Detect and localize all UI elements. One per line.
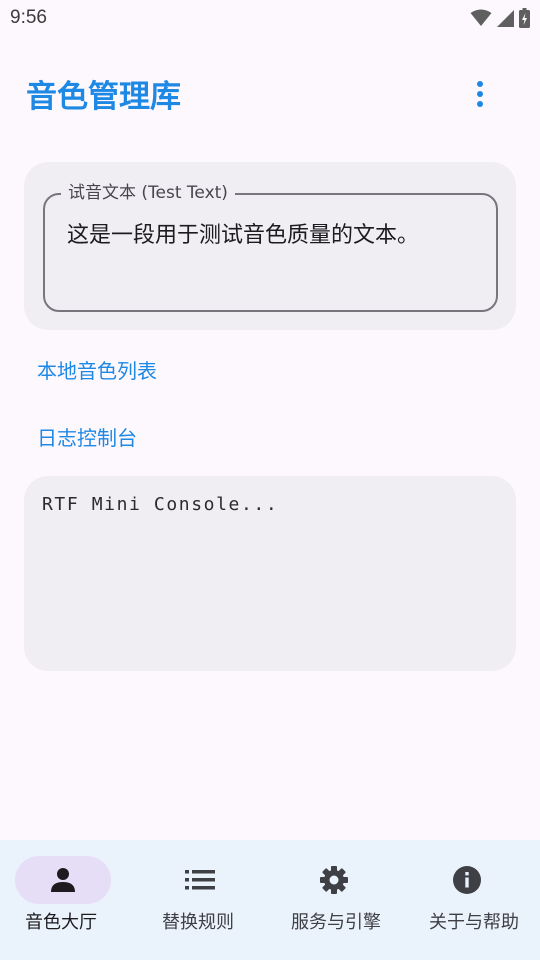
gear-icon: [318, 864, 350, 896]
test-text-card: 试音文本 (Test Text) 这是一段用于测试音色质量的文本。: [24, 162, 516, 330]
nav-label: 服务与引擎: [291, 912, 381, 933]
nav-item-replace-rules[interactable]: 替换规则: [135, 840, 270, 960]
more-options-button[interactable]: [460, 76, 500, 116]
nav-label: 替换规则: [162, 912, 234, 933]
person-icon: [47, 864, 79, 896]
info-icon: [451, 864, 483, 896]
log-console-section-title[interactable]: 日志控制台: [37, 424, 137, 452]
app-screen: 9:56 音色管理库 试音文本 (Test Text) 这是一段用于测试音色质量…: [0, 0, 540, 960]
cellular-signal-icon: [496, 9, 515, 28]
bottom-navigation: 音色大厅 替换规则 服务与引擎 关于与帮助: [0, 840, 540, 960]
wifi-icon: [470, 9, 492, 27]
log-console-card: RTF Mini Console...: [24, 476, 516, 671]
battery-charging-icon: [519, 8, 530, 28]
nav-label: 关于与帮助: [429, 912, 519, 933]
test-text-field[interactable]: 试音文本 (Test Text) 这是一段用于测试音色质量的文本。: [43, 182, 498, 312]
list-icon: [184, 864, 216, 896]
more-vertical-icon: [476, 80, 484, 112]
console-output: RTF Mini Console...: [42, 494, 279, 515]
test-text-label: 试音文本 (Test Text): [61, 182, 235, 204]
app-title: 音色管理库: [26, 79, 181, 115]
nav-item-about-help[interactable]: 关于与帮助: [405, 840, 540, 960]
test-text-input[interactable]: 这是一段用于测试音色质量的文本。: [67, 221, 478, 251]
nav-label: 音色大厅: [25, 912, 97, 933]
nav-item-voice-hall[interactable]: 音色大厅: [0, 840, 135, 960]
nav-item-services-engines[interactable]: 服务与引擎: [270, 840, 405, 960]
status-bar: 9:56: [0, 0, 540, 36]
status-time: 9:56: [10, 7, 47, 28]
local-voices-section-title[interactable]: 本地音色列表: [37, 357, 157, 385]
status-icons: [470, 7, 530, 29]
